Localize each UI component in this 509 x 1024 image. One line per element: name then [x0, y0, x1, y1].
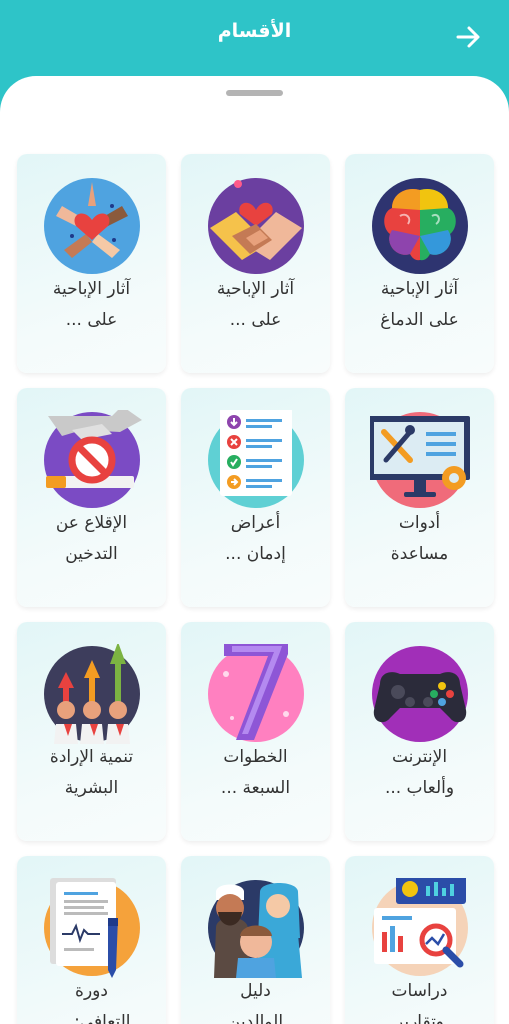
gamepad-icon [370, 644, 470, 744]
section-label: الخطوات السبعة ... [187, 742, 324, 804]
section-card[interactable]: الإنترنت وألعاب ... [345, 622, 494, 841]
charts-magnifier-icon [370, 878, 470, 978]
section-label: الإنترنت وألعاب ... [351, 742, 488, 804]
section-label: آثار الإباحية على الدماغ [351, 274, 488, 336]
section-label-line2: وتقارير [394, 1012, 445, 1024]
section-label: آثار الإباحية على ... [23, 274, 160, 336]
no-smoking-icon [42, 410, 142, 510]
section-label-line1: آثار الإباحية [52, 279, 131, 299]
section-label: أدوات مساعدة [351, 508, 488, 570]
section-label-line1: أدوات [398, 513, 441, 533]
app-header: الأقسام [0, 0, 509, 80]
document-pen-icon [42, 878, 142, 978]
family-icon [206, 878, 306, 978]
section-label: تنمية الإرادة البشرية [23, 742, 160, 804]
brain-icon [370, 176, 470, 276]
section-label: أعراض إدمان ... [187, 508, 324, 570]
back-button[interactable] [452, 22, 486, 52]
section-card[interactable]: دورة التعافي: ... [17, 856, 166, 1024]
page-title: الأقسام [217, 20, 292, 42]
section-label-line2: مساعدة [390, 544, 449, 564]
section-label-line1: الإنترنت [391, 747, 448, 767]
section-label-line1: دليل [240, 981, 271, 1001]
section-label: دراسات وتقارير [351, 976, 488, 1024]
section-card[interactable]: آثار الإباحية على ... [181, 154, 330, 373]
section-card[interactable]: آثار الإباحية على الدماغ [345, 154, 494, 373]
section-card[interactable]: أدوات مساعدة [345, 388, 494, 607]
section-label-line2: التدخين [65, 544, 118, 564]
section-card[interactable]: آثار الإباحية على ... [17, 154, 166, 373]
growth-arrows-people-icon [42, 644, 142, 744]
section-label-line2: الوالدين [227, 1012, 284, 1024]
section-label-line1: دورة [75, 981, 108, 1001]
monitor-tools-icon [370, 410, 470, 510]
section-label-line2: البشرية [64, 778, 119, 798]
section-label-line2: وألعاب ... [384, 778, 455, 798]
section-label: الإقلاع عن التدخين [23, 508, 160, 570]
section-card[interactable]: تنمية الإرادة البشرية [17, 622, 166, 841]
hands-heart-icon [42, 176, 142, 276]
section-label: دورة التعافي: ... [23, 976, 160, 1024]
section-card[interactable]: أعراض إدمان ... [181, 388, 330, 607]
section-label-line1: الخطوات [223, 747, 288, 767]
holding-hands-heart-icon [206, 176, 306, 276]
section-label-line2: إدمان ... [225, 544, 286, 564]
section-label: دليل الوالدين [187, 976, 324, 1024]
section-card[interactable]: دليل الوالدين [181, 856, 330, 1024]
drag-handle[interactable] [226, 90, 283, 96]
section-label-line1: آثار الإباحية [216, 279, 295, 299]
section-label-line2: على الدماغ [380, 310, 459, 330]
section-label-line1: دراسات [391, 981, 448, 1001]
section-label: آثار الإباحية على ... [187, 274, 324, 336]
section-label-line2: التعافي: ... [52, 1012, 131, 1024]
section-label-line1: الإقلاع عن [55, 513, 128, 533]
number-seven-icon [206, 644, 306, 744]
section-label-line1: تنمية الإرادة [49, 747, 134, 767]
section-label-line2: على ... [229, 310, 282, 330]
section-label-line1: أعراض [230, 513, 281, 533]
section-card[interactable]: الخطوات السبعة ... [181, 622, 330, 841]
section-card[interactable]: الإقلاع عن التدخين [17, 388, 166, 607]
section-label-line2: السبعة ... [220, 778, 291, 798]
checklist-icon [206, 410, 306, 510]
arrow-right-icon [456, 26, 480, 48]
sections-grid: آثار الإباحية على الدماغ آثار الإباحية على… [16, 154, 494, 1024]
section-card[interactable]: دراسات وتقارير [345, 856, 494, 1024]
section-label-line2: على ... [65, 310, 118, 330]
section-label-line1: آثار الإباحية [380, 279, 459, 299]
